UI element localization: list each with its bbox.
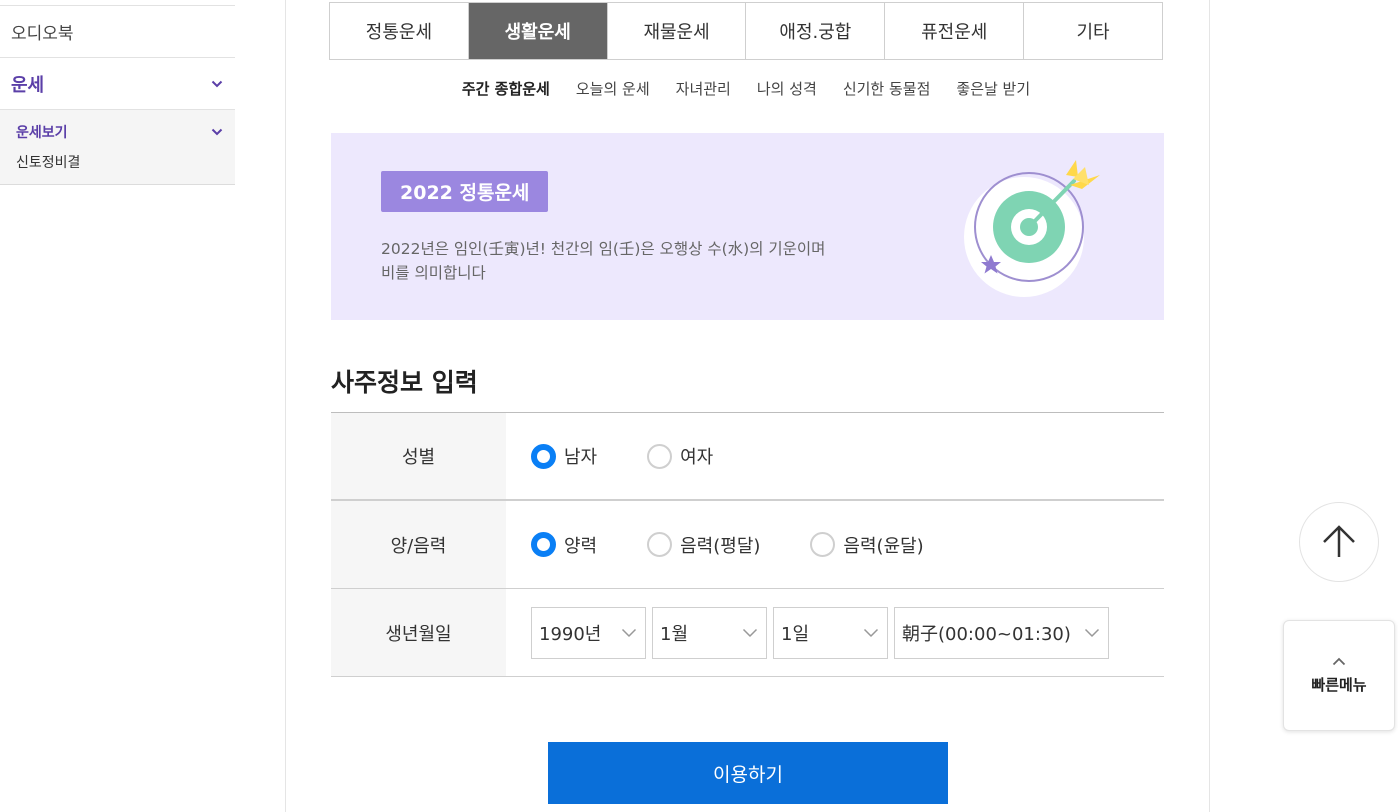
gender-male-radio[interactable]: 남자 [531, 443, 597, 469]
tab-wealth[interactable]: 재물운세 [608, 3, 747, 59]
radio-label: 양력 [564, 535, 598, 557]
tab-love[interactable]: 애정.궁합 [746, 3, 886, 59]
radio-label: 남자 [564, 447, 598, 468]
banner-desc-line2: 비를 의미합니다 [381, 264, 486, 282]
gender-label: 성별 [331, 413, 506, 499]
subtab-personality[interactable]: 나의 성격 [757, 78, 817, 99]
select-value: 1월 [660, 623, 689, 645]
form-row-calendar: 양/음력 양력 음력(평달) 음력(윤달) [331, 501, 1164, 589]
chevron-down-icon [742, 628, 758, 637]
birth-day-select[interactable]: 1일 [773, 606, 888, 659]
radio-unchecked-icon [647, 532, 673, 557]
subtab-today[interactable]: 오늘의 운세 [576, 78, 650, 99]
calendar-solar-radio[interactable]: 양력 [531, 532, 597, 558]
quick-menu-button[interactable]: 빠른메뉴 [1283, 620, 1395, 731]
radio-label: 음력(평달) [680, 535, 761, 557]
select-value: 朝子(00:00~01:30) [902, 623, 1071, 645]
select-value: 1일 [781, 623, 810, 645]
radio-label: 여자 [680, 447, 714, 468]
sidebar: 오디오북 운세 운세보기 신토정비결 [0, 0, 235, 185]
subtab-children[interactable]: 자녀관리 [676, 78, 731, 99]
sidebar-subgroup-fortune-view[interactable]: 운세보기 [16, 122, 223, 142]
tab-life[interactable]: 생활운세 [468, 3, 608, 59]
content-border-left [285, 0, 286, 812]
quick-menu-label: 빠른메뉴 [1311, 675, 1367, 694]
sidebar-section-label: 운세 [11, 74, 45, 96]
tab-fusion[interactable]: 퓨전운세 [885, 3, 1025, 59]
submit-button[interactable]: 이용하기 [548, 742, 948, 804]
banner-description: 2022년은 임인(壬寅)년! 천간의 임(壬)은 오행상 수(水)의 기운이며… [381, 237, 881, 285]
radio-unchecked-icon [810, 532, 836, 557]
chevron-down-icon [863, 628, 879, 637]
gender-options: 남자 여자 [506, 413, 1164, 499]
radio-label: 음력(윤달) [843, 535, 924, 557]
subtab-animal[interactable]: 신기한 동물점 [843, 78, 931, 99]
calendar-options: 양력 음력(평달) 음력(윤달) [506, 501, 1164, 588]
birth-year-select[interactable]: 1990년 [531, 606, 646, 659]
sidebar-item-audiobook[interactable]: 오디오북 [0, 5, 235, 58]
banner-badge: 2022 정통운세 [381, 171, 549, 212]
sidebar-subgroup-label: 운세보기 [16, 125, 68, 141]
chevron-down-icon [621, 628, 637, 637]
calendar-lunar-radio[interactable]: 음력(평달) [647, 532, 760, 558]
form-row-gender: 성별 남자 여자 [331, 413, 1164, 501]
chevron-down-icon [211, 80, 223, 87]
saju-form: 성별 남자 여자 양/음력 양력 음력(평달) 음력(윤달) 생년월일 1990… [331, 412, 1164, 677]
main-tabs: 정통운세 생활운세 재물운세 애정.궁합 퓨전운세 기타 [329, 2, 1163, 60]
banner-desc-line1: 2022년은 임인(壬寅)년! 천간의 임(壬)은 오행상 수(水)의 기운이며 [381, 240, 826, 258]
radio-checked-icon [531, 443, 556, 469]
form-row-birth: 생년월일 1990년 1월 1일 朝子(00:00~01:30) [331, 589, 1164, 677]
tab-etc[interactable]: 기타 [1024, 3, 1162, 59]
subtab-goodday[interactable]: 좋은날 받기 [956, 78, 1030, 99]
chevron-down-icon [1084, 628, 1100, 637]
tab-traditional[interactable]: 정통운세 [330, 3, 469, 59]
content-border-right [1209, 0, 1210, 812]
subtab-weekly[interactable]: 주간 종합운세 [462, 78, 550, 99]
birth-label: 생년월일 [331, 589, 506, 676]
chevron-up-icon [1332, 657, 1346, 665]
sidebar-submenu: 운세보기 신토정비결 [0, 110, 235, 185]
birth-selects: 1990년 1월 1일 朝子(00:00~01:30) [506, 589, 1164, 676]
sidebar-section-fortune[interactable]: 운세 [0, 58, 235, 110]
select-value: 1990년 [539, 623, 602, 645]
radio-checked-icon [531, 532, 556, 557]
sidebar-item-label: 오디오북 [11, 24, 74, 44]
banner: 2022 정통운세 2022년은 임인(壬寅)년! 천간의 임(壬)은 오행상 … [331, 133, 1164, 320]
birth-month-select[interactable]: 1월 [652, 606, 767, 659]
radio-unchecked-icon [647, 443, 673, 469]
chevron-down-icon [211, 128, 223, 136]
arrow-up-icon [1323, 525, 1355, 557]
calendar-lunar-leap-radio[interactable]: 음력(윤달) [810, 532, 924, 558]
birth-hour-select[interactable]: 朝子(00:00~01:30) [894, 606, 1109, 659]
form-title: 사주정보 입력 [331, 368, 478, 397]
calendar-label: 양/음력 [331, 501, 506, 588]
scroll-top-button[interactable] [1299, 502, 1379, 582]
target-arrow-icon [964, 160, 1100, 297]
sidebar-item-tojeong[interactable]: 신토정비결 [16, 152, 223, 172]
sub-tabs: 주간 종합운세 오늘의 운세 자녀관리 나의 성격 신기한 동물점 좋은날 받기 [329, 78, 1163, 99]
gender-female-radio[interactable]: 여자 [647, 443, 713, 469]
